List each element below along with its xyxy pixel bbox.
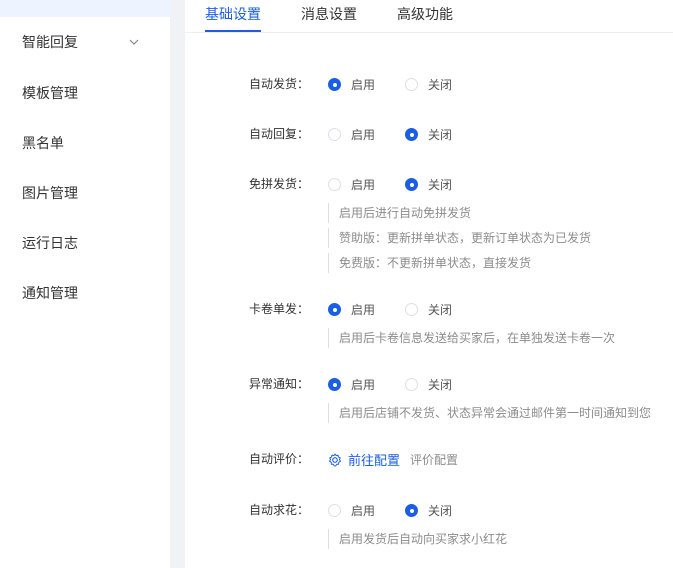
auto-ship-label: 自动发货： xyxy=(248,77,309,91)
radio-dot xyxy=(405,178,418,191)
tab-advanced-features[interactable]: 高级功能 xyxy=(397,4,453,24)
radio-label: 启用 xyxy=(351,78,376,92)
radio-dot xyxy=(405,504,418,517)
settings-panel: 基础设置 消息设置 高级功能 自动发货： 启用 关闭 自动回复： 启用 关闭 免… xyxy=(185,0,673,568)
sidebar: 智能回复 模板管理 黑名单 图片管理 运行日志 通知管理 xyxy=(0,0,170,568)
auto-reply-label: 自动回复： xyxy=(248,127,309,141)
sidebar-item-label: 黑名单 xyxy=(22,136,64,152)
auto-reply-enable-radio[interactable]: 启用 xyxy=(328,126,375,143)
goto-config-text: 前往配置 xyxy=(348,454,401,469)
abnormal-notice-disable-radio[interactable]: 关闭 xyxy=(405,376,452,393)
abnormal-notice-label: 异常通知： xyxy=(248,377,309,391)
sidebar-item-label: 图片管理 xyxy=(22,186,78,202)
sidebar-item-smart-reply[interactable]: 智能回复 xyxy=(0,22,170,62)
auto-ship-disable-radio[interactable]: 关闭 xyxy=(405,76,452,93)
card-ship-enable-radio[interactable]: 启用 xyxy=(328,301,375,318)
free-group-ship-enable-radio[interactable]: 启用 xyxy=(328,176,375,193)
radio-label: 启用 xyxy=(351,128,376,142)
radio-dot xyxy=(328,504,341,517)
tab-message-settings[interactable]: 消息设置 xyxy=(301,4,357,24)
auto-flower-enable-radio[interactable]: 启用 xyxy=(328,502,375,519)
goto-config-link[interactable]: 前往配置 xyxy=(328,450,400,469)
sidebar-active-item[interactable] xyxy=(0,0,170,17)
free-group-ship-hint-2: 赞助版：更新拼单状态，更新订单状态为已发货 xyxy=(328,228,668,248)
sidebar-item-blacklist[interactable]: 黑名单 xyxy=(0,123,170,163)
review-config-note: 评价配置 xyxy=(410,453,459,467)
sidebar-item-label: 智能回复 xyxy=(22,35,78,51)
free-group-ship-hint-3: 免费版：不更新拼单状态，直接发货 xyxy=(328,253,668,273)
sidebar-item-template-management[interactable]: 模板管理 xyxy=(0,73,170,113)
card-ship-disable-radio[interactable]: 关闭 xyxy=(405,301,452,318)
radio-label: 启用 xyxy=(351,378,376,392)
radio-label: 启用 xyxy=(351,504,376,518)
tab-basic-settings[interactable]: 基础设置 xyxy=(205,4,261,24)
radio-dot xyxy=(328,178,341,191)
radio-dot xyxy=(328,303,341,316)
radio-dot xyxy=(328,78,341,91)
radio-label: 关闭 xyxy=(428,504,453,518)
sidebar-item-label: 运行日志 xyxy=(22,236,78,252)
active-tab-indicator xyxy=(205,30,261,32)
auto-flower-hint: 启用发货后自动向买家求小红花 xyxy=(328,529,668,549)
radio-dot xyxy=(405,128,418,141)
sidebar-item-notification-management[interactable]: 通知管理 xyxy=(0,273,170,313)
auto-ship-enable-radio[interactable]: 启用 xyxy=(328,76,375,93)
radio-dot xyxy=(328,128,341,141)
auto-review-label: 自动评价： xyxy=(248,452,309,466)
radio-label: 关闭 xyxy=(428,78,453,92)
sidebar-item-label: 模板管理 xyxy=(22,86,78,102)
radio-dot xyxy=(405,378,418,391)
sidebar-item-run-log[interactable]: 运行日志 xyxy=(0,223,170,263)
chevron-down-icon xyxy=(129,39,139,45)
radio-dot xyxy=(405,303,418,316)
sidebar-item-image-management[interactable]: 图片管理 xyxy=(0,173,170,213)
auto-flower-label: 自动求花： xyxy=(248,503,309,517)
abnormal-notice-enable-radio[interactable]: 启用 xyxy=(328,376,375,393)
radio-label: 关闭 xyxy=(428,128,453,142)
settings-tabs: 基础设置 消息设置 高级功能 xyxy=(185,0,673,33)
auto-reply-disable-radio[interactable]: 关闭 xyxy=(405,126,452,143)
auto-flower-disable-radio[interactable]: 关闭 xyxy=(405,502,452,519)
free-group-ship-disable-radio[interactable]: 关闭 xyxy=(405,176,452,193)
radio-label: 关闭 xyxy=(428,378,453,392)
radio-label: 启用 xyxy=(351,178,376,192)
radio-dot xyxy=(405,78,418,91)
radio-label: 关闭 xyxy=(428,178,453,192)
radio-dot xyxy=(328,378,341,391)
abnormal-notice-hint: 启用后店铺不发货、状态异常会通过邮件第一时间通知到您 xyxy=(328,403,668,423)
card-ship-label: 卡卷单发： xyxy=(248,302,309,316)
sidebar-item-label: 通知管理 xyxy=(22,286,78,302)
gear-icon xyxy=(329,453,341,466)
radio-label: 启用 xyxy=(351,303,376,317)
card-ship-hint: 启用后卡卷信息发送给买家后，在单独发送卡卷一次 xyxy=(328,328,668,348)
radio-label: 关闭 xyxy=(428,303,453,317)
free-group-ship-hint-1: 启用后进行自动免拼发货 xyxy=(328,203,668,223)
free-group-ship-label: 免拼发货： xyxy=(248,177,309,191)
